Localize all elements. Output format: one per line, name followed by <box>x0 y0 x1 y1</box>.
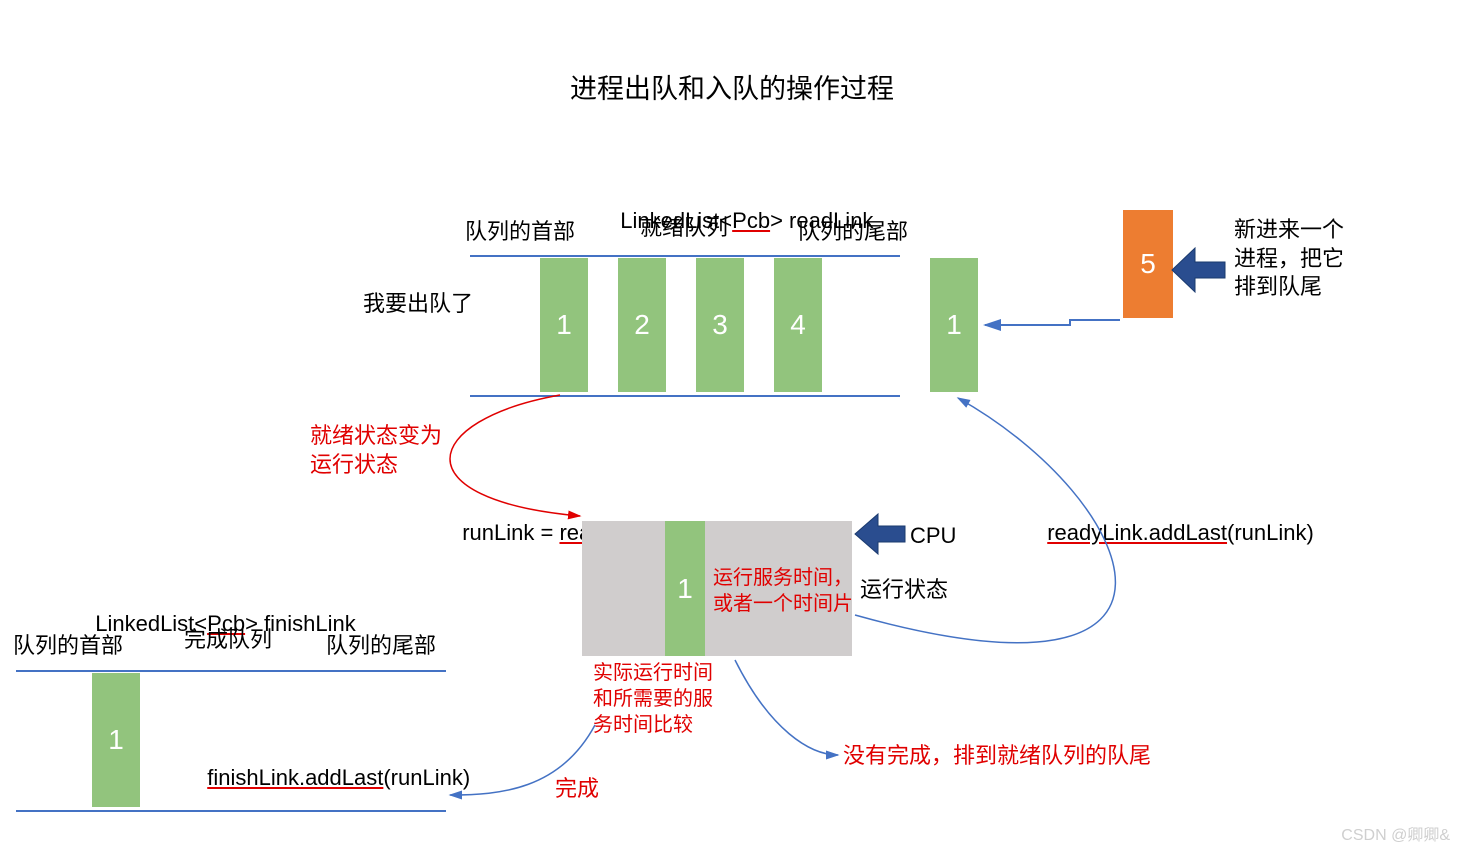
ready-bottom-line <box>470 395 900 397</box>
new-process-caption: 新进来一个 进程，把它 排到队尾 <box>1234 216 1344 302</box>
ready-name-label: 就绪队列 <box>640 214 728 243</box>
ready-extra-item: 1 <box>930 258 978 392</box>
ready-head-label: 队列的首部 <box>465 218 575 247</box>
compare-note: 实际运行时间 和所需要的服 务时间比较 <box>593 660 713 738</box>
diagram-title: 进程出队和入队的操作过程 <box>570 72 894 107</box>
ready-tail-label: 队列的尾部 <box>798 218 908 247</box>
ready-item-1: 1 <box>540 258 588 392</box>
finish-addlast-label: finishLink.addLast(runLink) <box>195 735 470 792</box>
run-time-note: 运行服务时间， 或者一个时间片 <box>713 565 853 617</box>
finish-bottom-line <box>16 810 446 812</box>
running-item: 1 <box>665 521 705 656</box>
dequeue-label: 我要出队了 <box>363 290 473 319</box>
running-state-label: 运行状态 <box>860 576 948 605</box>
not-done-label: 没有完成，排到就绪队列的队尾 <box>843 742 1151 771</box>
watermark: CSDN @卿卿& <box>1341 821 1450 845</box>
finish-top-line <box>16 670 446 672</box>
ready-addlast-label: readyLink.addLast(runLink) <box>1035 490 1314 547</box>
finish-head-label: 队列的首部 <box>13 632 123 661</box>
ready-item-2: 2 <box>618 258 666 392</box>
ready-item-4: 4 <box>774 258 822 392</box>
state-change-label: 就绪状态变为 运行状态 <box>310 422 442 479</box>
finish-name-label: 完成队列 <box>184 626 272 655</box>
ready-item-3: 3 <box>696 258 744 392</box>
finish-tail-label: 队列的尾部 <box>326 632 436 661</box>
ready-top-line <box>470 255 900 257</box>
finish-item: 1 <box>92 673 140 807</box>
done-label: 完成 <box>555 775 599 804</box>
cpu-label: CPU <box>910 522 956 551</box>
new-process-box: 5 <box>1123 210 1173 318</box>
arrows-overlay <box>0 0 1460 853</box>
